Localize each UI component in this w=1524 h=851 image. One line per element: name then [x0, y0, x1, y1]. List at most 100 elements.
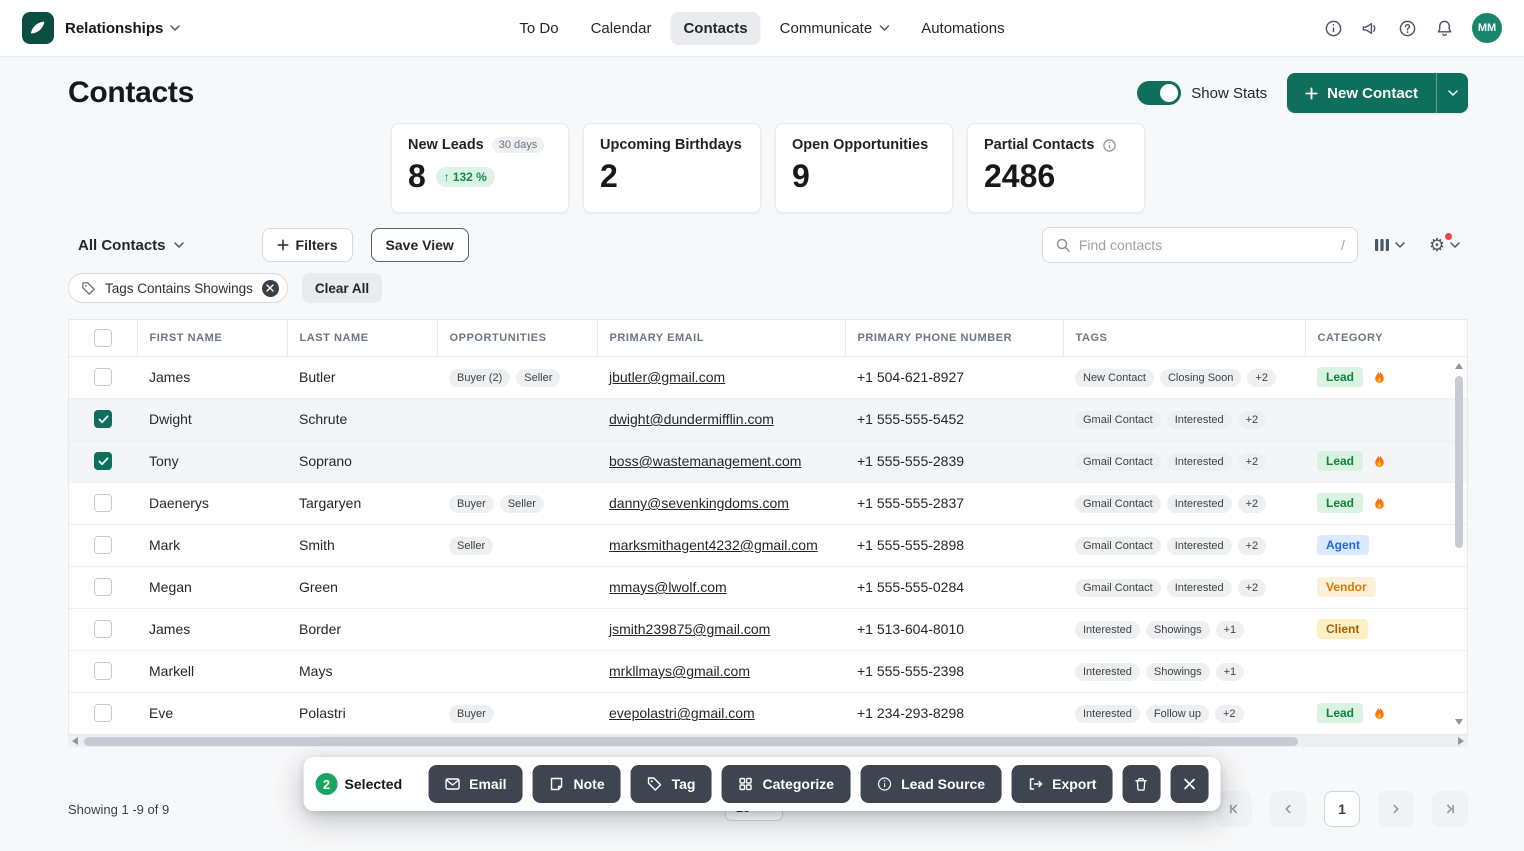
new-contact-caret-button[interactable] [1436, 73, 1468, 113]
table-row[interactable]: Mark Smith Seller marksmithagent4232@gmail.… [69, 524, 1467, 567]
row-checkbox[interactable] [94, 536, 112, 555]
column-header-primary-phone[interactable]: PRIMARY PHONE NUMBER [845, 320, 1064, 357]
nav-item-todo[interactable]: To Do [506, 12, 571, 45]
scroll-up-arrow[interactable] [1455, 363, 1463, 369]
workspace-selector[interactable]: Relationships [65, 20, 181, 37]
scroll-right-arrow[interactable] [1458, 737, 1464, 745]
horizontal-scrollbar[interactable] [68, 735, 1468, 747]
filter-chip-label: Tags Contains Showings [105, 280, 253, 296]
column-header-last-name[interactable]: LAST NAME [287, 320, 438, 357]
email-link[interactable]: mrkllmays@gmail.com [609, 663, 750, 679]
categorize-button[interactable]: Categorize [721, 765, 851, 803]
cell-first-name: Mark [137, 524, 287, 567]
cell-category: Client [1305, 608, 1467, 651]
row-checkbox[interactable] [94, 452, 112, 471]
row-checkbox[interactable] [94, 620, 112, 639]
email-link[interactable]: danny@sevenkingdoms.com [609, 495, 789, 511]
cell-primary-phone: +1 555-555-2837 [845, 482, 1063, 525]
table-row[interactable]: Megan Green mmays@lwolf.com +1 555-555-0284… [69, 566, 1467, 609]
export-button[interactable]: Export [1011, 765, 1113, 803]
table-row[interactable]: Eve Polastri Buyer evepolastri@gmail.com +1 … [69, 692, 1467, 734]
cell-primary-phone: +1 555-555-2398 [845, 650, 1063, 693]
column-header-category[interactable]: CATEGORY [1305, 320, 1467, 357]
stat-title: Open Opportunities [792, 137, 929, 153]
last-page-button[interactable] [1432, 791, 1468, 827]
row-checkbox[interactable] [94, 368, 112, 387]
filters-button[interactable]: Filters [261, 228, 353, 262]
row-checkbox[interactable] [94, 662, 112, 681]
table-row[interactable]: Markell Mays mrkllmays@gmail.com +1 555-555… [69, 650, 1467, 693]
save-view-button[interactable]: Save View [370, 228, 469, 262]
vertical-scrollbar[interactable] [1454, 360, 1464, 728]
category-badge: Lead [1317, 367, 1364, 387]
app-logo[interactable] [22, 12, 54, 44]
column-header-opportunities[interactable]: OPPORTUNITIES [437, 320, 598, 357]
email-link[interactable]: boss@wastemanagement.com [609, 453, 801, 469]
new-contact-button[interactable]: New Contact [1287, 73, 1436, 113]
column-header-primary-email[interactable]: PRIMARY EMAIL [597, 320, 846, 357]
vertical-scroll-thumb[interactable] [1455, 376, 1463, 548]
email-link[interactable]: dwight@dundermifflin.com [609, 411, 774, 427]
column-header-tags[interactable]: TAGS [1063, 320, 1306, 357]
table-row[interactable]: James Border jsmith239875@gmail.com +1 513-… [69, 608, 1467, 651]
clear-all-button[interactable]: Clear All [301, 273, 383, 303]
scroll-down-arrow[interactable] [1455, 719, 1463, 725]
nav-item-contacts[interactable]: Contacts [670, 11, 761, 45]
stat-card-new-leads[interactable]: New Leads 30 days 8 ↑ 132 % [391, 123, 569, 213]
user-avatar[interactable]: MM [1472, 13, 1502, 43]
table-row[interactable]: Tony Soprano boss@wastemanagement.com +1 55… [69, 440, 1467, 483]
nav-item-calendar[interactable]: Calendar [578, 12, 665, 45]
note-icon [550, 777, 563, 791]
stat-card-upcoming-birthdays[interactable]: Upcoming Birthdays 2 [583, 123, 761, 213]
first-page-button[interactable] [1216, 791, 1252, 827]
row-checkbox[interactable] [94, 704, 112, 723]
nav-item-automations[interactable]: Automations [908, 12, 1017, 45]
email-link[interactable]: jbutler@gmail.com [609, 369, 725, 385]
view-selector[interactable]: All Contacts [78, 237, 184, 254]
delete-button[interactable] [1122, 765, 1161, 803]
column-header-first-name[interactable]: FIRST NAME [137, 320, 288, 357]
lead-source-button[interactable]: Lead Source [860, 765, 1002, 803]
megaphone-icon[interactable] [1361, 19, 1380, 38]
row-checkbox[interactable] [94, 410, 112, 429]
cell-tags: Interested Showings +1 [1063, 608, 1305, 651]
email-button[interactable]: Email [428, 765, 523, 803]
select-all-checkbox[interactable] [93, 328, 112, 347]
cell-primary-phone: +1 504-621-8927 [845, 356, 1063, 399]
show-stats-toggle[interactable] [1137, 81, 1182, 105]
cell-last-name: Polastri [299, 705, 346, 722]
info-icon[interactable] [1324, 19, 1343, 38]
page-1-button[interactable]: 1 [1324, 791, 1360, 827]
cell-tags: Gmail Contact Interested +2 [1063, 482, 1305, 525]
stat-title: Upcoming Birthdays [600, 137, 742, 153]
help-icon[interactable] [1398, 19, 1417, 38]
table-row[interactable]: James Butler Buyer (2) Seller jbutler@gmail.… [69, 356, 1467, 399]
cell-primary-phone: +1 555-555-0284 [845, 566, 1063, 609]
next-page-button[interactable] [1378, 791, 1414, 827]
stat-card-partial-contacts[interactable]: Partial Contacts 2486 [967, 123, 1145, 213]
nav-item-communicate[interactable]: Communicate [767, 12, 903, 45]
close-action-bar-button[interactable] [1170, 765, 1209, 803]
note-button[interactable]: Note [532, 765, 621, 803]
email-link[interactable]: evepolastri@gmail.com [609, 705, 755, 721]
email-link[interactable]: marksmithagent4232@gmail.com [609, 537, 818, 553]
bell-icon[interactable] [1435, 19, 1454, 38]
email-link[interactable]: jsmith239875@gmail.com [609, 621, 770, 637]
tag-pill: Interested [1166, 494, 1232, 513]
row-checkbox[interactable] [94, 494, 112, 513]
filter-chip[interactable]: Tags Contains Showings [68, 273, 288, 303]
horizontal-scroll-thumb[interactable] [84, 736, 1298, 746]
cell-primary-email: evepolastri@gmail.com [597, 692, 845, 734]
table-row[interactable]: Daenerys Targaryen Buyer Seller danny@sevenk… [69, 482, 1467, 525]
search-input[interactable] [1078, 237, 1333, 253]
stat-card-open-opportunities[interactable]: Open Opportunities 9 [775, 123, 953, 213]
settings-button[interactable]: ⚙ [1421, 230, 1468, 260]
previous-page-button[interactable] [1270, 791, 1306, 827]
remove-filter-button[interactable] [261, 279, 279, 297]
tag-button[interactable]: Tag [630, 765, 712, 803]
columns-button[interactable] [1366, 232, 1413, 258]
table-row[interactable]: Dwight Schrute dwight@dundermifflin.com +1 … [69, 398, 1467, 441]
scroll-left-arrow[interactable] [72, 737, 78, 745]
row-checkbox[interactable] [94, 578, 112, 597]
email-link[interactable]: mmays@lwolf.com [609, 579, 727, 595]
